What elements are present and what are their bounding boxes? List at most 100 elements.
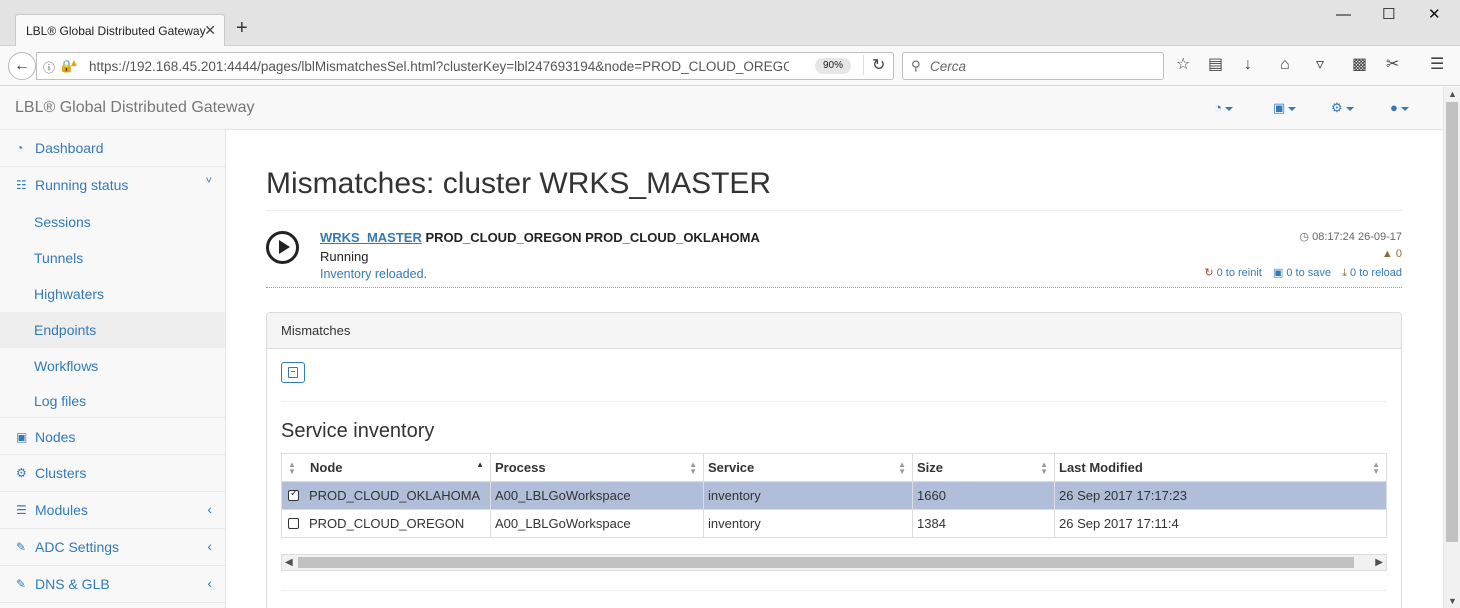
caret-icon (1345, 106, 1354, 111)
service-cell: inventory (703, 509, 913, 538)
divider (266, 210, 1402, 211)
extension-icon[interactable]: ▩ (1352, 56, 1367, 74)
zoom-badge[interactable]: 90% (815, 58, 851, 74)
sidebar-item-dashboard[interactable]: ◔ Dashboard (0, 130, 225, 167)
browser-navbar: ⓘ 🔒 ▲ https://192.168.45.201:4444/pages/… (0, 46, 1460, 86)
sidebar-item-label: Dashboard (35, 140, 104, 156)
close-window-button[interactable]: ✕ (1428, 6, 1441, 24)
sidebar-subitem-highwaters[interactable]: Highwaters (0, 276, 225, 312)
panel-title: Mismatches (281, 323, 351, 338)
settings-menu[interactable]: ⚙ (1331, 100, 1354, 116)
column-header-process[interactable]: Process ▲ ▼ (490, 453, 704, 482)
panel-header: Mismatches (267, 313, 1401, 349)
cluster-status: Running (320, 249, 369, 264)
save-button[interactable] (281, 362, 305, 383)
process-cell: A00_LBLGoWorkspace (490, 509, 704, 538)
user-menu[interactable]: ● (1390, 100, 1409, 115)
browser-tab[interactable]: LBL® Global Distributed Gateway ✕ (15, 14, 225, 46)
new-tab-button[interactable]: + (236, 18, 248, 38)
sidebar-item-running-status[interactable]: ☷ Running status ˅ (0, 167, 225, 204)
scrollbar-thumb[interactable] (298, 557, 1354, 568)
column-label: Node (310, 460, 343, 475)
sidebar-item-nodes[interactable]: ▣ Nodes (0, 419, 225, 455)
download-icon[interactable]: ↓ (1244, 56, 1252, 74)
modified-cell: 26 Sep 2017 17:17:23 (1054, 481, 1387, 510)
dashboard-menu[interactable]: ◔ (1214, 100, 1233, 115)
sidebar-subitem-label: Sessions (34, 214, 91, 230)
sidebar-item-clusters[interactable]: ⚙ Clusters (0, 455, 225, 492)
process-cell: A00_LBLGoWorkspace (490, 481, 704, 510)
app-header: LBL® Global Distributed Gateway ◔ ▣ ⚙ ● (0, 87, 1443, 130)
save-action[interactable]: ▣ 0 to save (1273, 267, 1331, 279)
reading-list-icon[interactable]: ▤ (1208, 56, 1223, 74)
scroll-right-icon[interactable]: ▶ (1375, 555, 1383, 570)
sidebar-item-label: Nodes (35, 429, 76, 445)
node-cell: PROD_CLOUD_OKLAHOMA (281, 481, 491, 510)
floppy-icon (288, 367, 298, 378)
scroll-up-icon[interactable]: ▲ (1448, 89, 1457, 99)
sidebar-subitem-endpoints[interactable]: Endpoints (0, 312, 225, 348)
service-inventory-table: ▲ ▼ Node ▲ Process ▲ ▼ Service ▲ ▼ Size ▲ ▼ Last … (281, 453, 1387, 538)
column-label: Last Modified (1059, 460, 1143, 475)
table-row[interactable]: PROD_CLOUD_OREGON A00_LBLGoWorkspace inv… (281, 509, 1387, 538)
warning-icon: ▲ (1381, 248, 1393, 260)
maximize-button[interactable]: ☐ (1382, 6, 1395, 24)
pocket-icon[interactable]: ▿ (1316, 56, 1324, 74)
divider (266, 287, 1402, 288)
play-circle-icon[interactable] (266, 231, 299, 264)
row-checkbox[interactable] (288, 488, 299, 502)
sort-icon: ▲ ▼ (1040, 460, 1048, 476)
scroll-left-icon[interactable]: ◀ (285, 555, 293, 570)
reload-icon[interactable]: ↻ (863, 55, 885, 75)
table-row[interactable]: PROD_CLOUD_OKLAHOMA A00_LBLGoWorkspace i… (281, 481, 1387, 510)
list-icon: ☰ (16, 503, 27, 517)
tab-close-icon[interactable]: ✕ (204, 22, 216, 39)
scroll-down-icon[interactable]: ▼ (1448, 596, 1457, 606)
download-icon: ⤓ (1342, 267, 1347, 279)
divider (281, 401, 1387, 402)
minimize-button[interactable]: — (1336, 6, 1351, 24)
sidebar-item-dns-glb[interactable]: ✎ DNS & GLB ‹ (0, 566, 225, 603)
brand[interactable]: LBL® Global Distributed Gateway (15, 99, 254, 117)
back-button[interactable]: ← (8, 52, 36, 80)
page-title: Mismatches: cluster WRKS_MASTER (266, 167, 772, 200)
size-cell: 1384 (912, 509, 1055, 538)
reload-action[interactable]: ⤓ 0 to reload (1342, 267, 1402, 279)
section-title: Service inventory (281, 420, 435, 442)
edit-icon: ✎ (16, 540, 27, 554)
column-header-service[interactable]: Service ▲ ▼ (703, 453, 913, 482)
info-icon[interactable]: ⓘ (43, 59, 55, 76)
vertical-scrollbar[interactable]: ▲ ▼ (1443, 87, 1460, 608)
sidebar-subitem-label: Highwaters (34, 286, 105, 302)
sidebar-item-modules[interactable]: ☰ Modules ‹ (0, 492, 225, 529)
sidebar-subitem-sessions[interactable]: Sessions (0, 204, 225, 240)
screenshot-icon[interactable]: ✂ (1386, 56, 1399, 74)
service-cell: inventory (703, 481, 913, 510)
save-menu[interactable]: ▣ (1273, 100, 1297, 116)
horizontal-scrollbar[interactable]: ◀ ▶ (281, 554, 1387, 571)
column-header-node[interactable]: ▲ ▼ Node ▲ (281, 453, 491, 482)
column-header-last-modified[interactable]: Last Modified ▲ ▼ (1054, 453, 1387, 482)
sidebar-item-adc-settings[interactable]: ✎ ADC Settings ‹ (0, 529, 225, 566)
search-box[interactable]: ⚲ Cerca (902, 52, 1164, 80)
sidebar-subitem-workflows[interactable]: Workflows (0, 348, 225, 384)
modified-cell: 26 Sep 2017 17:11:4 (1054, 509, 1387, 538)
search-placeholder: Cerca (930, 59, 967, 74)
column-header-size[interactable]: Size ▲ ▼ (912, 453, 1055, 482)
menu-icon[interactable]: ☰ (1430, 56, 1444, 74)
sidebar-subitem-log-files[interactable]: Log files (0, 384, 225, 418)
row-checkbox[interactable] (288, 518, 299, 530)
cell-text: PROD_CLOUD_OKLAHOMA (309, 488, 481, 503)
bookmark-star-icon[interactable]: ☆ (1176, 56, 1190, 74)
reinit-action[interactable]: ↻ 0 to reinit (1204, 267, 1262, 279)
scrollbar-thumb[interactable] (1446, 102, 1458, 542)
reinit-label: 0 to reinit (1216, 267, 1262, 279)
browser-tab-bar: LBL® Global Distributed Gateway ✕ + — ☐ … (0, 0, 1460, 46)
address-bar[interactable]: ⓘ 🔒 ▲ https://192.168.45.201:4444/pages/… (36, 52, 894, 80)
home-icon[interactable]: ⌂ (1280, 56, 1290, 74)
cluster-link[interactable]: WRKS_MASTER (320, 230, 422, 245)
sidebar-subitem-tunnels[interactable]: Tunnels (0, 240, 225, 276)
warning-count: 0 (1395, 248, 1402, 260)
url-text[interactable]: https://192.168.45.201:4444/pages/lblMis… (89, 59, 789, 74)
save-icon: ▣ (1273, 100, 1286, 115)
